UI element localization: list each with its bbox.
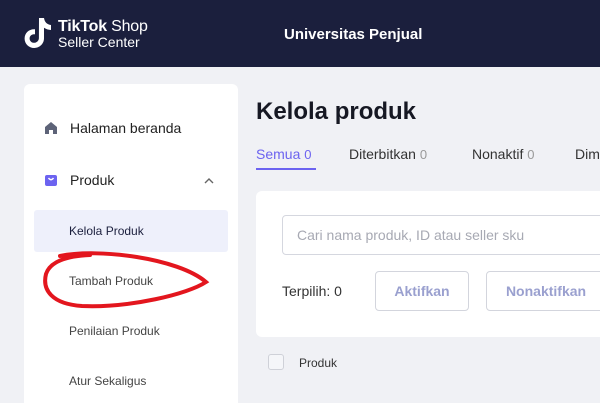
home-icon (44, 121, 58, 135)
chevron-up-icon[interactable] (202, 174, 216, 188)
sidebar: Halaman beranda Produk Kelola Produk Tam… (24, 84, 238, 403)
page-title: Kelola produk (256, 98, 417, 125)
sidebar-item-home[interactable]: Halaman beranda (44, 116, 181, 140)
sidebar-item-label: Produk (70, 172, 115, 188)
tab-label: Dim (575, 146, 600, 162)
sidebar-subitem-add-product[interactable]: Tambah Produk (34, 260, 228, 302)
tab-label: Nonaktif (472, 146, 524, 162)
brand-name: TikTok (58, 18, 107, 35)
tiktok-logo-icon[interactable] (22, 16, 52, 50)
brand-subtitle: Seller Center (58, 34, 140, 50)
sidebar-subitem-label: Tambah Produk (69, 274, 154, 288)
tab-count: 0 (527, 147, 535, 162)
product-filter-panel: Terpilih: 0 Aktifkan Nonaktifkan (256, 191, 600, 337)
tab-truncated[interactable]: Dim (575, 146, 600, 162)
sidebar-subitem-product-reviews[interactable]: Penilaian Produk (34, 310, 228, 352)
sidebar-subitem-manage-products[interactable]: Kelola Produk (34, 210, 228, 252)
sidebar-item-products[interactable]: Produk (44, 168, 114, 192)
shopping-bag-icon (44, 173, 58, 187)
tab-all[interactable]: Semua 0 (256, 146, 311, 162)
select-all-checkbox[interactable] (268, 354, 284, 370)
sidebar-item-label: Halaman beranda (70, 120, 182, 136)
tab-count: 0 (419, 147, 428, 162)
seller-university-link[interactable]: Universitas Penjual (284, 26, 422, 43)
tab-count: 0 (304, 147, 312, 162)
selected-count-label: Terpilih: 0 (282, 283, 342, 299)
tab-label: Semua (256, 146, 301, 162)
table-header-product: Produk (299, 356, 338, 370)
activate-button[interactable]: Aktifkan (375, 271, 469, 311)
sidebar-subitem-bulk-edit[interactable]: Atur Sekaligus (34, 360, 228, 402)
top-bar: TikTok Shop Seller Center Universitas Pe… (0, 0, 600, 67)
sidebar-subitem-label: Kelola Produk (69, 224, 144, 238)
product-search-input[interactable] (282, 215, 600, 255)
active-tab-indicator (256, 168, 316, 170)
tab-inactive[interactable]: Nonaktif 0 (472, 146, 534, 162)
brand: TikTok Shop Seller Center (58, 18, 148, 50)
sidebar-subitem-label: Penilaian Produk (69, 324, 160, 338)
deactivate-button[interactable]: Nonaktifkan (486, 271, 600, 311)
tab-published[interactable]: Diterbitkan 0 (349, 146, 427, 162)
sidebar-subitem-label: Atur Sekaligus (69, 374, 147, 388)
tab-label: Diterbitkan (349, 146, 416, 162)
brand-suffix: Shop (111, 18, 148, 35)
